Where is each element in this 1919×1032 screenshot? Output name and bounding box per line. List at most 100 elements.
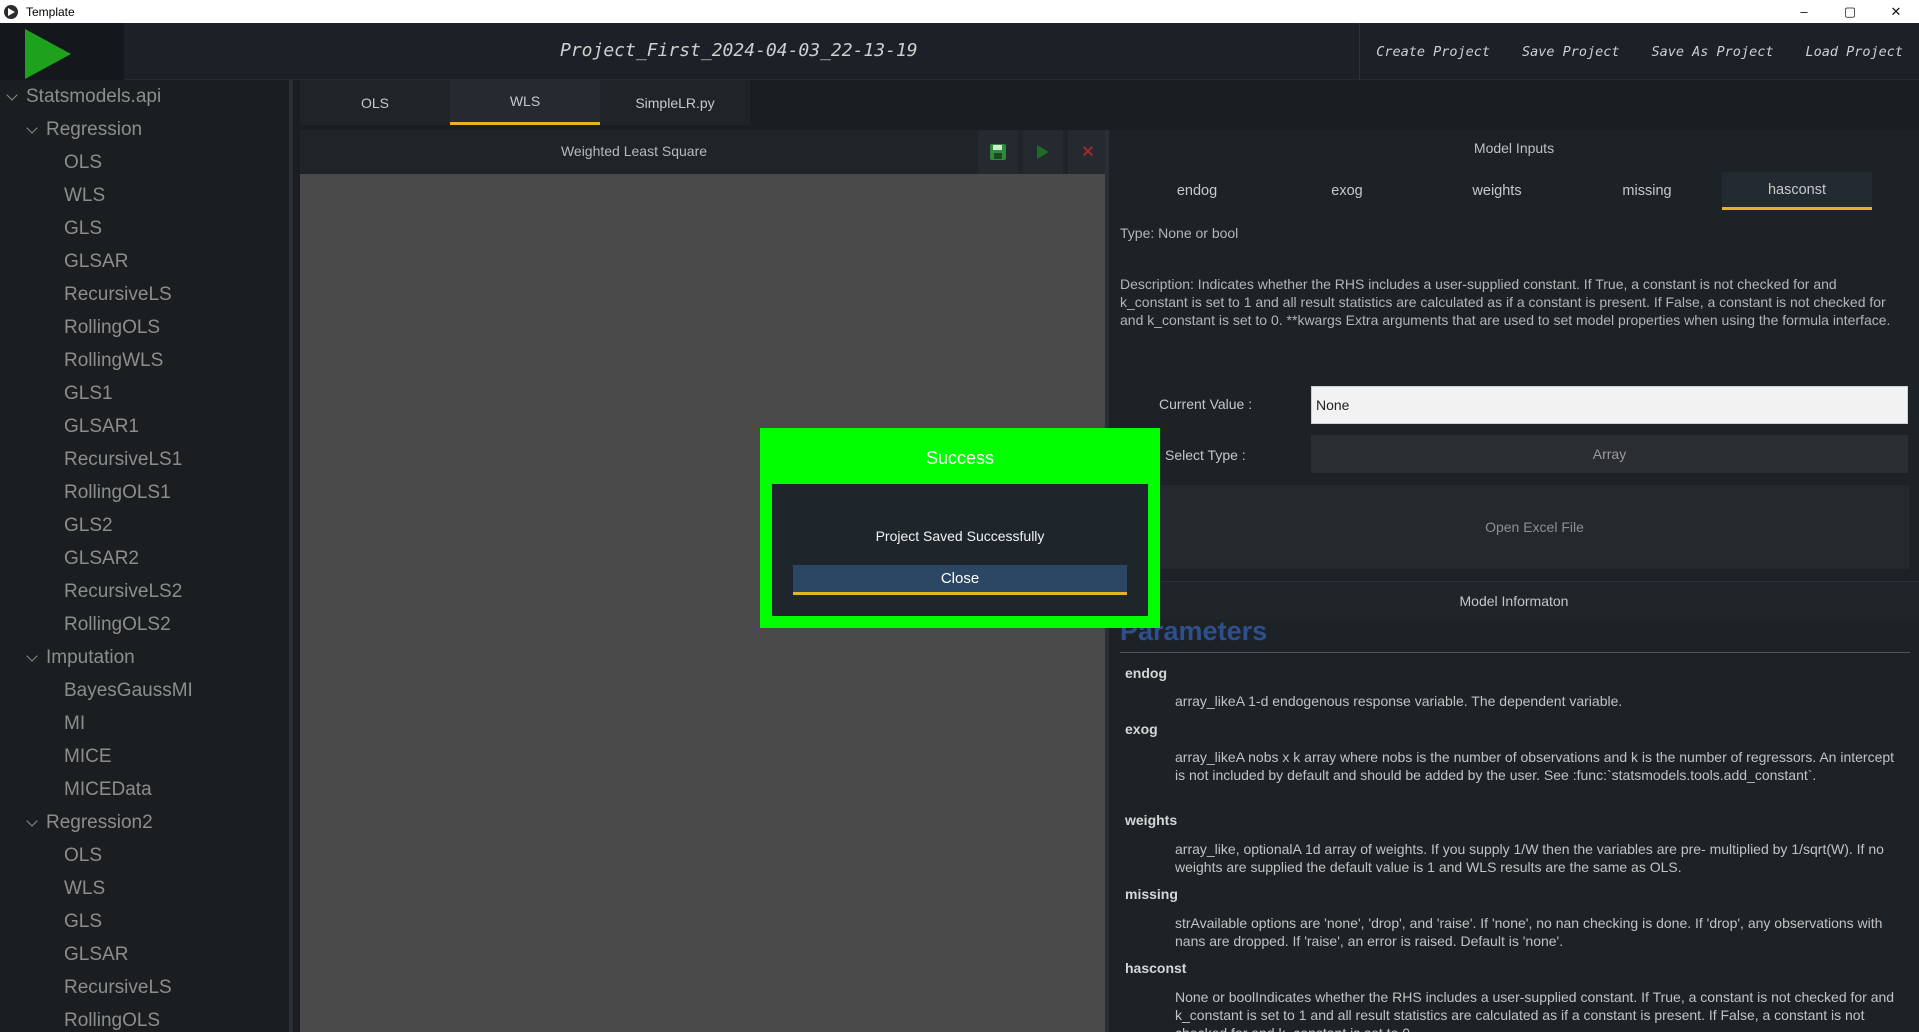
window-controls: – ▢ ✕	[1781, 0, 1919, 23]
editor-title: Weighted Least Square	[560, 143, 708, 159]
tree-group-regression[interactable]: Regression	[26, 113, 142, 146]
save-as-project-button[interactable]: Save As Project	[1636, 44, 1790, 60]
param-description: Description: Indicates whether the RHS i…	[1120, 276, 1891, 328]
dialog-body: Project Saved Successfully Close	[772, 484, 1148, 616]
tree-item-gls[interactable]: GLS	[64, 212, 102, 245]
tree-item-recursivels[interactable]: RecursiveLS	[64, 971, 172, 1004]
logo	[0, 23, 124, 80]
current-value-input[interactable]	[1311, 386, 1908, 424]
tree-item-label: BayesGaussMI	[64, 679, 193, 701]
window-title: Template	[26, 4, 75, 19]
tree-item-recursivels[interactable]: RecursiveLS	[64, 278, 172, 311]
tree-item-micedata[interactable]: MICEData	[64, 773, 152, 806]
dialog-close-button[interactable]: Close	[793, 565, 1127, 595]
chevron-down-icon[interactable]	[6, 90, 20, 104]
chevron-down-icon[interactable]	[26, 651, 40, 665]
tab-hasconst[interactable]: hasconst	[1722, 172, 1872, 210]
tree-item-label: Regression2	[46, 811, 153, 833]
tree-item-mi[interactable]: MI	[64, 707, 85, 740]
param-desc-hasconst: None or boolIndicates whether the RHS in…	[1175, 989, 1895, 1032]
tree-item-glsar[interactable]: GLSAR	[64, 245, 128, 278]
tree-item-glsar[interactable]: GLSAR	[64, 938, 128, 971]
header-actions: Create Project Save Project Save As Proj…	[1359, 23, 1919, 80]
tree-group-regression2[interactable]: Regression2	[26, 806, 153, 839]
tree-item-rollingols[interactable]: RollingOLS	[64, 311, 160, 344]
tree-item-label: RecursiveLS	[64, 976, 172, 998]
current-value-label: Current Value :	[1159, 396, 1253, 412]
tree-item-label: GLSAR1	[64, 415, 139, 437]
tab-weights[interactable]: weights	[1422, 172, 1572, 210]
chevron-down-icon[interactable]	[26, 123, 40, 137]
param-name-missing: missing	[1125, 886, 1178, 902]
tree-item-rollingwls[interactable]: RollingWLS	[64, 344, 163, 377]
param-type: Type: None or bool	[1120, 225, 1239, 241]
tree-item-gls1[interactable]: GLS1	[64, 377, 113, 410]
maximize-button[interactable]: ▢	[1827, 0, 1873, 23]
close-window-button[interactable]: ✕	[1873, 0, 1919, 23]
select-type-dropdown[interactable]: Array	[1311, 435, 1908, 473]
tab-endog[interactable]: endog	[1122, 172, 1272, 210]
tree-group-imputation[interactable]: Imputation	[26, 641, 135, 674]
app-header: Project_First_2024-04-03_22-13-19 Create…	[0, 23, 1919, 80]
tree-item-bayesgaussmi[interactable]: BayesGaussMI	[64, 674, 193, 707]
tree-item-label: RollingOLS	[64, 1009, 161, 1031]
tab-simplelr[interactable]: SimpleLR.py	[600, 80, 750, 125]
create-project-button[interactable]: Create Project	[1360, 44, 1506, 60]
chevron-down-icon[interactable]	[26, 816, 40, 830]
save-icon	[990, 144, 1006, 160]
tree-item-label: RollingOLS	[64, 316, 161, 338]
sidebar-tree: Statsmodels.api Regression OLS WLS GLS GLSAR R…	[0, 80, 293, 1032]
divider	[1120, 652, 1910, 653]
tree-item-label: RecursiveLS	[64, 283, 172, 305]
app-icon	[4, 4, 18, 19]
open-excel-button[interactable]: Open Excel File	[1160, 485, 1909, 569]
tree-item-label: RollingOLS1	[64, 481, 171, 503]
dialog-message: Project Saved Successfully	[875, 528, 1045, 544]
tab-wls[interactable]: WLS	[450, 80, 600, 125]
project-title: Project_First_2024-04-03_22-13-19	[560, 40, 918, 61]
success-dialog: Success Project Saved Successfully Close	[760, 428, 1160, 628]
save-project-button[interactable]: Save Project	[1506, 44, 1636, 60]
tree-item-gls2[interactable]: GLS2	[64, 509, 113, 542]
model-information-title: Model Informaton	[1109, 581, 1919, 619]
tab-exog[interactable]: exog	[1272, 172, 1422, 210]
tree-item-rollingols1[interactable]: RollingOLS1	[64, 476, 171, 509]
close-icon: ✕	[1081, 144, 1095, 161]
tree-item-gls[interactable]: GLS	[64, 905, 102, 938]
tree-item-label: MI	[64, 712, 86, 734]
close-model-button[interactable]: ✕	[1068, 130, 1108, 174]
tree-item-wls[interactable]: WLS	[64, 872, 105, 905]
dialog-title: Success	[925, 448, 995, 468]
run-model-button[interactable]	[1023, 130, 1063, 174]
play-logo-icon	[25, 29, 71, 79]
tree-item-recursivels1[interactable]: RecursiveLS1	[64, 443, 182, 476]
tree-item-label: GLSAR	[64, 943, 129, 965]
tree-item-rollingols[interactable]: RollingOLS	[64, 1004, 160, 1032]
tree-item-label: MICEData	[64, 778, 152, 800]
tree-item-glsar1[interactable]: GLSAR1	[64, 410, 139, 443]
tree-item-wls[interactable]: WLS	[64, 179, 105, 212]
tree-item-label: GLSAR2	[64, 547, 139, 569]
tree-item-label: Statsmodels.api	[26, 85, 162, 107]
tree-item-label: RollingWLS	[64, 349, 164, 371]
tree-root-statsmodels[interactable]: Statsmodels.api	[6, 80, 161, 113]
tree-item-label: Regression	[46, 118, 143, 140]
tree-item-label: GLSAR	[64, 250, 129, 272]
tree-item-rollingols2[interactable]: RollingOLS2	[64, 608, 171, 641]
load-project-button[interactable]: Load Project	[1789, 44, 1919, 60]
tree-item-mice[interactable]: MICE	[64, 740, 112, 773]
tree-item-ols[interactable]: OLS	[64, 146, 102, 179]
minimize-button[interactable]: –	[1781, 0, 1827, 23]
tab-ols[interactable]: OLS	[300, 80, 450, 125]
tree-item-label: GLS1	[64, 382, 113, 404]
model-input-tabs: endog exog weights missing hasconst	[1122, 172, 1872, 210]
tree-item-glsar2[interactable]: GLSAR2	[64, 542, 139, 575]
tree-item-ols[interactable]: OLS	[64, 839, 102, 872]
tab-missing[interactable]: missing	[1572, 172, 1722, 210]
tree-item-recursivels2[interactable]: RecursiveLS2	[64, 575, 182, 608]
editor-tabs: OLS WLS SimpleLR.py	[300, 80, 750, 125]
param-name-hasconst: hasconst	[1125, 960, 1187, 976]
save-model-button[interactable]	[978, 130, 1018, 174]
tree-item-label: GLS2	[64, 514, 113, 536]
tree-item-label: RollingOLS2	[64, 613, 171, 635]
